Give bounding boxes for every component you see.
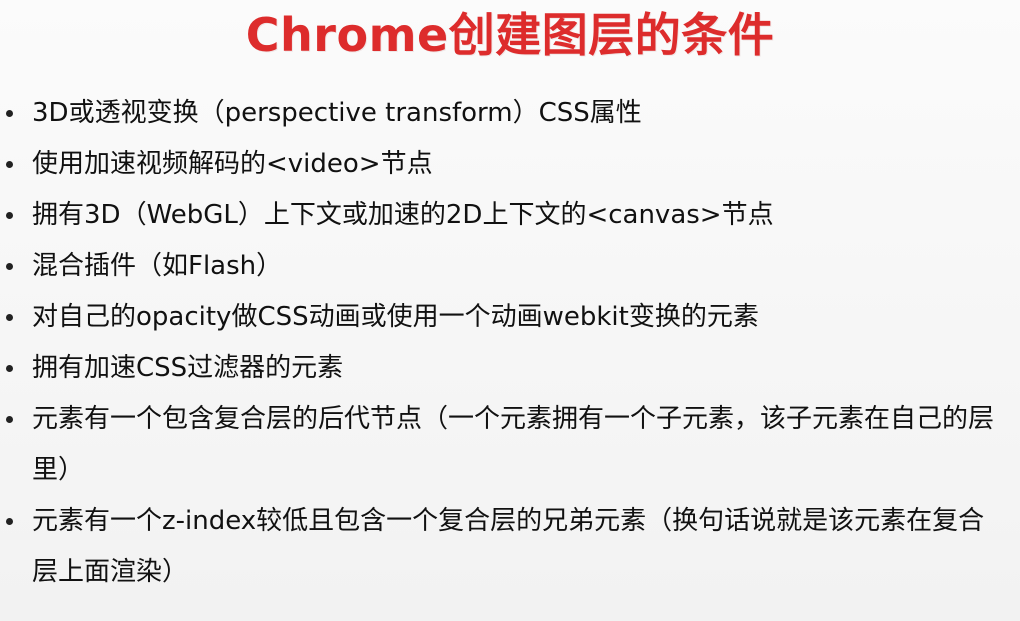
bullet-text: 使用加速视频解码的<video>节点	[32, 149, 433, 179]
bullet-text: 元素有一个z-index较低且包含一个复合层的兄弟元素（换句话说就是该元素在复合…	[32, 506, 985, 587]
bullet-item: 3D或透视变换（perspective transform）CSS属性	[0, 88, 1015, 139]
bullet-text: 混合插件（如Flash）	[32, 251, 283, 281]
bullet-list: 3D或透视变换（perspective transform）CSS属性 使用加速…	[0, 88, 1015, 598]
bullet-text: 拥有3D（WebGL）上下文或加速的2D上下文的<canvas>节点	[32, 200, 774, 230]
bullet-item: 拥有3D（WebGL）上下文或加速的2D上下文的<canvas>节点	[0, 190, 1015, 241]
bullet-item: 混合插件（如Flash）	[0, 241, 1015, 292]
slide: Chrome创建图层的条件 3D或透视变换（perspective transf…	[0, 0, 1020, 621]
bullet-item: 对自己的opacity做CSS动画或使用一个动画webkit变换的元素	[0, 292, 1015, 343]
bullet-dot-icon	[6, 416, 13, 423]
bullet-dot-icon	[6, 161, 13, 168]
bullet-item: 拥有加速CSS过滤器的元素	[0, 343, 1015, 394]
bullet-dot-icon	[6, 110, 13, 117]
bullet-dot-icon	[6, 263, 13, 270]
bullet-text: 拥有加速CSS过滤器的元素	[32, 353, 344, 383]
bullet-text: 3D或透视变换（perspective transform）CSS属性	[32, 98, 642, 128]
bullet-dot-icon	[6, 212, 13, 219]
bullet-item: 使用加速视频解码的<video>节点	[0, 139, 1015, 190]
bullet-item: 元素有一个z-index较低且包含一个复合层的兄弟元素（换句话说就是该元素在复合…	[0, 496, 998, 598]
bullet-text: 元素有一个包含复合层的后代节点（一个元素拥有一个子元素，该子元素在自己的层里）	[32, 404, 995, 485]
bullet-dot-icon	[6, 365, 13, 372]
bullet-text: 对自己的opacity做CSS动画或使用一个动画webkit变换的元素	[32, 302, 759, 332]
bullet-dot-icon	[6, 518, 13, 525]
bullet-item: 元素有一个包含复合层的后代节点（一个元素拥有一个子元素，该子元素在自己的层里）	[0, 394, 998, 496]
slide-title: Chrome创建图层的条件	[245, 8, 775, 62]
bullet-dot-icon	[6, 314, 13, 321]
